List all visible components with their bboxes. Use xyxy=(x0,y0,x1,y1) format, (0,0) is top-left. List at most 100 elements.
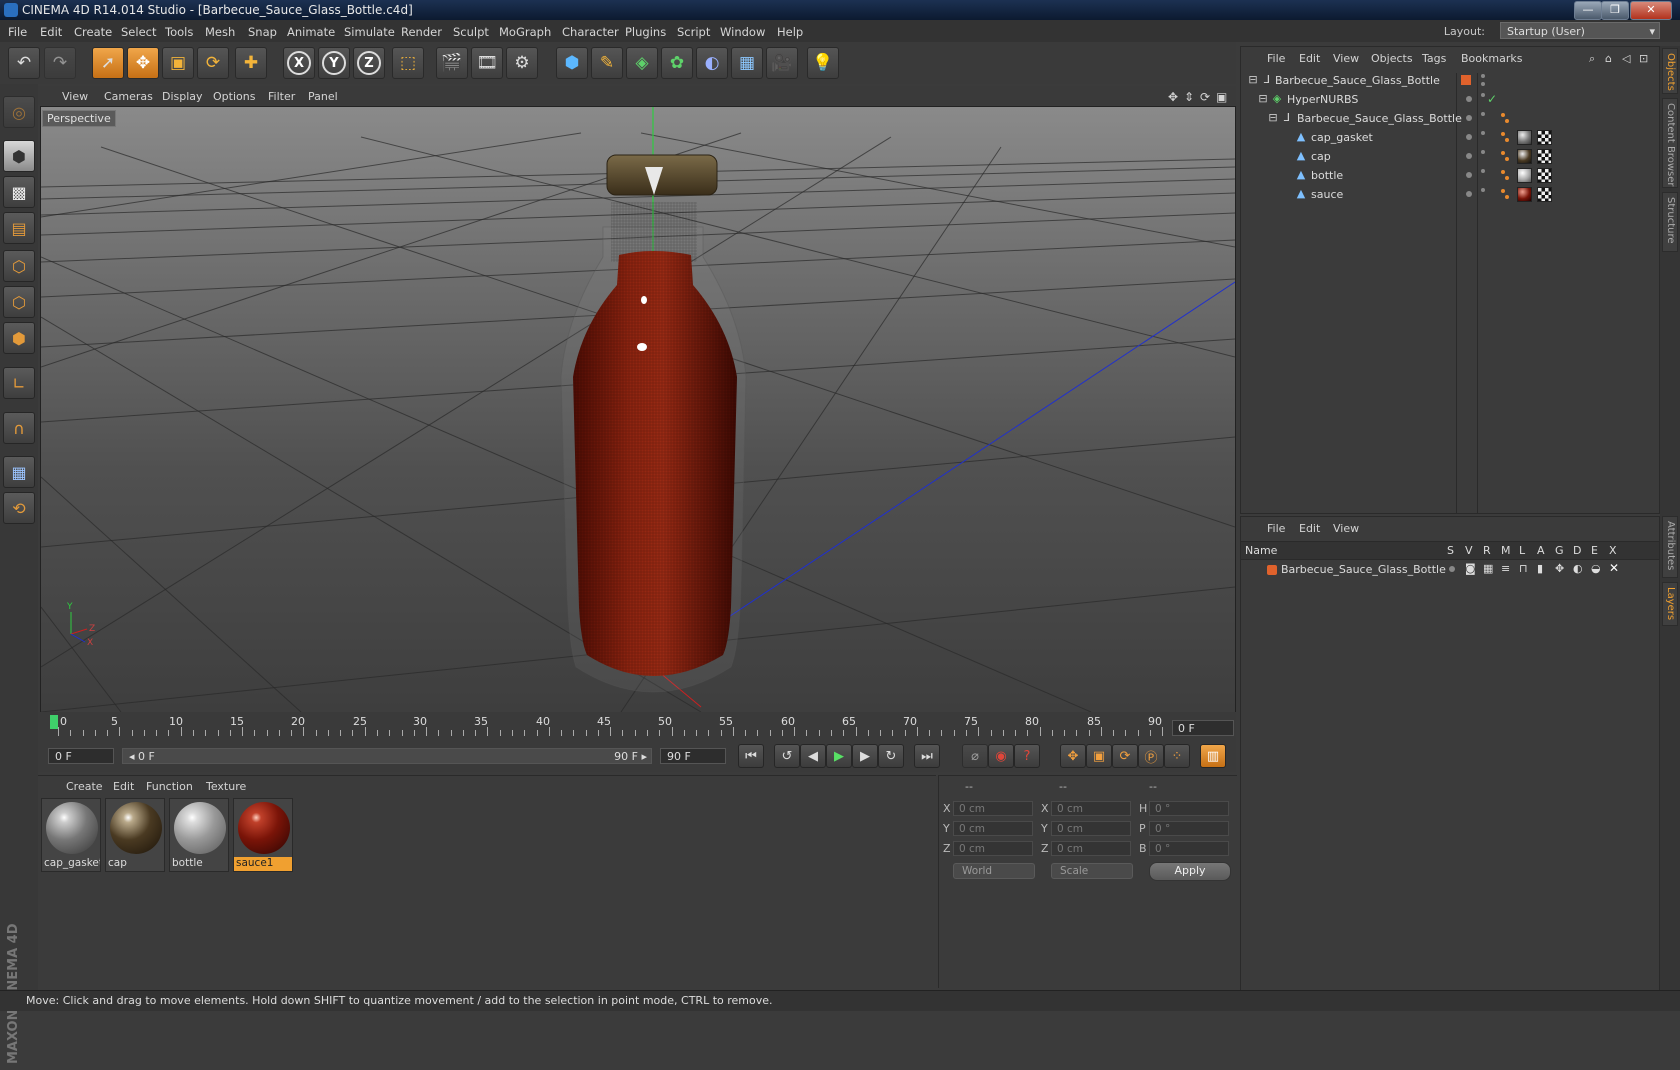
play-button[interactable]: ▶ xyxy=(826,744,852,768)
timeline-button[interactable]: ▥ xyxy=(1200,744,1226,768)
menu-tools[interactable]: Tools xyxy=(165,25,193,39)
tab-objects[interactable]: Objects xyxy=(1662,48,1678,94)
lock-icon[interactable]: ⊓ xyxy=(1519,562,1528,575)
coord-space-select[interactable]: World xyxy=(953,863,1035,879)
material-tag[interactable] xyxy=(1517,168,1532,183)
editor-visibility-dot[interactable] xyxy=(1481,74,1485,78)
add-scene-button[interactable]: ▦ xyxy=(731,47,763,79)
editor-visibility-dot[interactable] xyxy=(1481,93,1485,97)
menu-mesh[interactable]: Mesh xyxy=(205,25,235,39)
add-spline-button[interactable]: ✎ xyxy=(591,47,623,79)
rotation-p-field[interactable]: 0 ° xyxy=(1149,821,1229,836)
menu-animate[interactable]: Animate xyxy=(287,25,335,39)
move-tool-button[interactable]: ✥ xyxy=(127,47,159,79)
close-button[interactable]: ✕ xyxy=(1630,1,1672,20)
texture-tag[interactable] xyxy=(1537,130,1552,145)
axis-mode-button[interactable]: ∟ xyxy=(3,367,35,399)
objects-menu-file[interactable]: File xyxy=(1267,52,1285,65)
object-row[interactable]: ▲ sauce xyxy=(1241,185,1659,204)
points-mode-button[interactable]: ⬡ xyxy=(3,250,35,282)
menu-simulate[interactable]: Simulate xyxy=(344,25,395,39)
menu-plugins[interactable]: Plugins xyxy=(625,25,666,39)
z-axis-lock-button[interactable]: Z xyxy=(353,47,385,79)
menu-script[interactable]: Script xyxy=(677,25,710,39)
layout-select[interactable]: Startup (User) ▾ xyxy=(1500,22,1660,39)
objects-menu-bookmarks[interactable]: Bookmarks xyxy=(1461,52,1522,65)
size-mode-select[interactable]: Scale xyxy=(1051,863,1133,879)
rotate-tool-button[interactable]: ⟳ xyxy=(197,47,229,79)
record-keys-button[interactable]: ⌀ xyxy=(962,744,988,768)
start-frame-field[interactable]: 0 F xyxy=(48,748,114,764)
material-swatch-cap[interactable]: cap xyxy=(105,798,165,872)
polygons-mode-button[interactable]: ⬢ xyxy=(3,322,35,354)
x-axis-lock-button[interactable]: X xyxy=(283,47,315,79)
collapse-icon[interactable]: ⊟ xyxy=(1267,112,1279,124)
render-visibility-dot[interactable] xyxy=(1481,82,1485,86)
viewport-menu-display[interactable]: Display xyxy=(162,90,203,103)
rotation-b-field[interactable]: 0 ° xyxy=(1149,841,1229,856)
material-tag[interactable] xyxy=(1517,130,1532,145)
tab-attributes[interactable]: Attributes xyxy=(1662,516,1678,578)
viewport-menu-options[interactable]: Options xyxy=(213,90,255,103)
material-menu-edit[interactable]: Edit xyxy=(113,780,134,793)
editor-visibility-dot[interactable] xyxy=(1481,112,1485,116)
material-menu-create[interactable]: Create xyxy=(66,780,103,793)
previous-key-button[interactable]: ↺ xyxy=(774,744,800,768)
texture-tag[interactable] xyxy=(1537,168,1552,183)
scale-key-button[interactable]: ▣ xyxy=(1086,744,1112,768)
layer-color-swatch[interactable] xyxy=(1267,565,1277,575)
texture-tag[interactable] xyxy=(1537,149,1552,164)
add-array-button[interactable]: ✿ xyxy=(661,47,693,79)
material-menu-function[interactable]: Function xyxy=(146,780,193,793)
position-key-button[interactable]: ✥ xyxy=(1060,744,1086,768)
viewport-menu-view[interactable]: View xyxy=(62,90,88,103)
layers-menu-view[interactable]: View xyxy=(1333,522,1359,535)
material-menu-texture[interactable]: Texture xyxy=(206,780,246,793)
frame-range-slider[interactable]: ◂ 0 F 90 F ▸ xyxy=(122,748,652,764)
new-view-icon[interactable]: ⊡ xyxy=(1639,52,1648,65)
viewport-rotate-icon[interactable]: ⟳ xyxy=(1200,90,1210,104)
keyframe-selection-button[interactable]: ? xyxy=(1014,744,1040,768)
nav-back-icon[interactable]: ◁ xyxy=(1622,52,1630,65)
position-x-field[interactable]: 0 cm xyxy=(953,801,1033,816)
material-swatch-sauce1[interactable]: sauce1 xyxy=(233,798,293,872)
timeline-playhead[interactable] xyxy=(50,715,58,729)
edges-mode-button[interactable]: ⬡ xyxy=(3,286,35,318)
object-row[interactable]: ▲ cap_gasket xyxy=(1241,128,1659,147)
add-camera-button[interactable]: 🎥 xyxy=(766,47,798,79)
layer-col-xref[interactable]: X xyxy=(1609,544,1617,557)
editor-visibility-dot[interactable] xyxy=(1481,188,1485,192)
menu-snap[interactable]: Snap xyxy=(248,25,277,39)
layer-col-animation[interactable]: A xyxy=(1537,544,1545,557)
size-z-field[interactable]: 0 cm xyxy=(1051,841,1131,856)
timeline-ruler[interactable]: 0 5 10 15 20 25 30 35 40 45 50 55 60 65 … xyxy=(38,712,1236,740)
tab-structure[interactable]: Structure xyxy=(1662,192,1678,252)
material-swatch-bottle[interactable]: bottle xyxy=(169,798,229,872)
deformer-icon[interactable]: ◐ xyxy=(1573,562,1583,575)
layers-menu-file[interactable]: File xyxy=(1267,522,1285,535)
collapse-icon[interactable]: ⊟ xyxy=(1257,93,1269,105)
menu-edit[interactable]: Edit xyxy=(40,25,62,39)
layer-col-solo[interactable]: S xyxy=(1447,544,1454,557)
previous-frame-button[interactable]: ◀ xyxy=(800,744,826,768)
texture-tag[interactable] xyxy=(1537,187,1552,202)
next-frame-button[interactable]: ▶ xyxy=(852,744,878,768)
size-x-field[interactable]: 0 cm xyxy=(1051,801,1131,816)
current-frame-field[interactable]: 0 F xyxy=(1172,720,1234,736)
add-deformer-button[interactable]: ◐ xyxy=(696,47,728,79)
workplane-lock-button[interactable]: ▦ xyxy=(3,456,35,488)
viewport-maximize-icon[interactable]: ▣ xyxy=(1216,90,1227,104)
layer-col-view[interactable]: V xyxy=(1465,544,1473,557)
layer-col-locked[interactable]: L xyxy=(1519,544,1525,557)
expression-icon[interactable]: ◒ xyxy=(1591,562,1601,575)
position-z-field[interactable]: 0 cm xyxy=(953,841,1033,856)
viewport-menu-filter[interactable]: Filter xyxy=(268,90,295,103)
live-selection-button[interactable]: ➚ xyxy=(92,47,124,79)
visibility-dot[interactable] xyxy=(1466,191,1472,197)
maximize-button[interactable]: ❐ xyxy=(1601,1,1629,20)
layer-col-name[interactable]: Name xyxy=(1245,544,1277,557)
editor-visibility-dot[interactable] xyxy=(1481,131,1485,135)
locked-workplane-button[interactable]: ⟲ xyxy=(3,492,35,524)
menu-character[interactable]: Character xyxy=(562,25,619,39)
minimize-button[interactable]: — xyxy=(1574,1,1602,20)
